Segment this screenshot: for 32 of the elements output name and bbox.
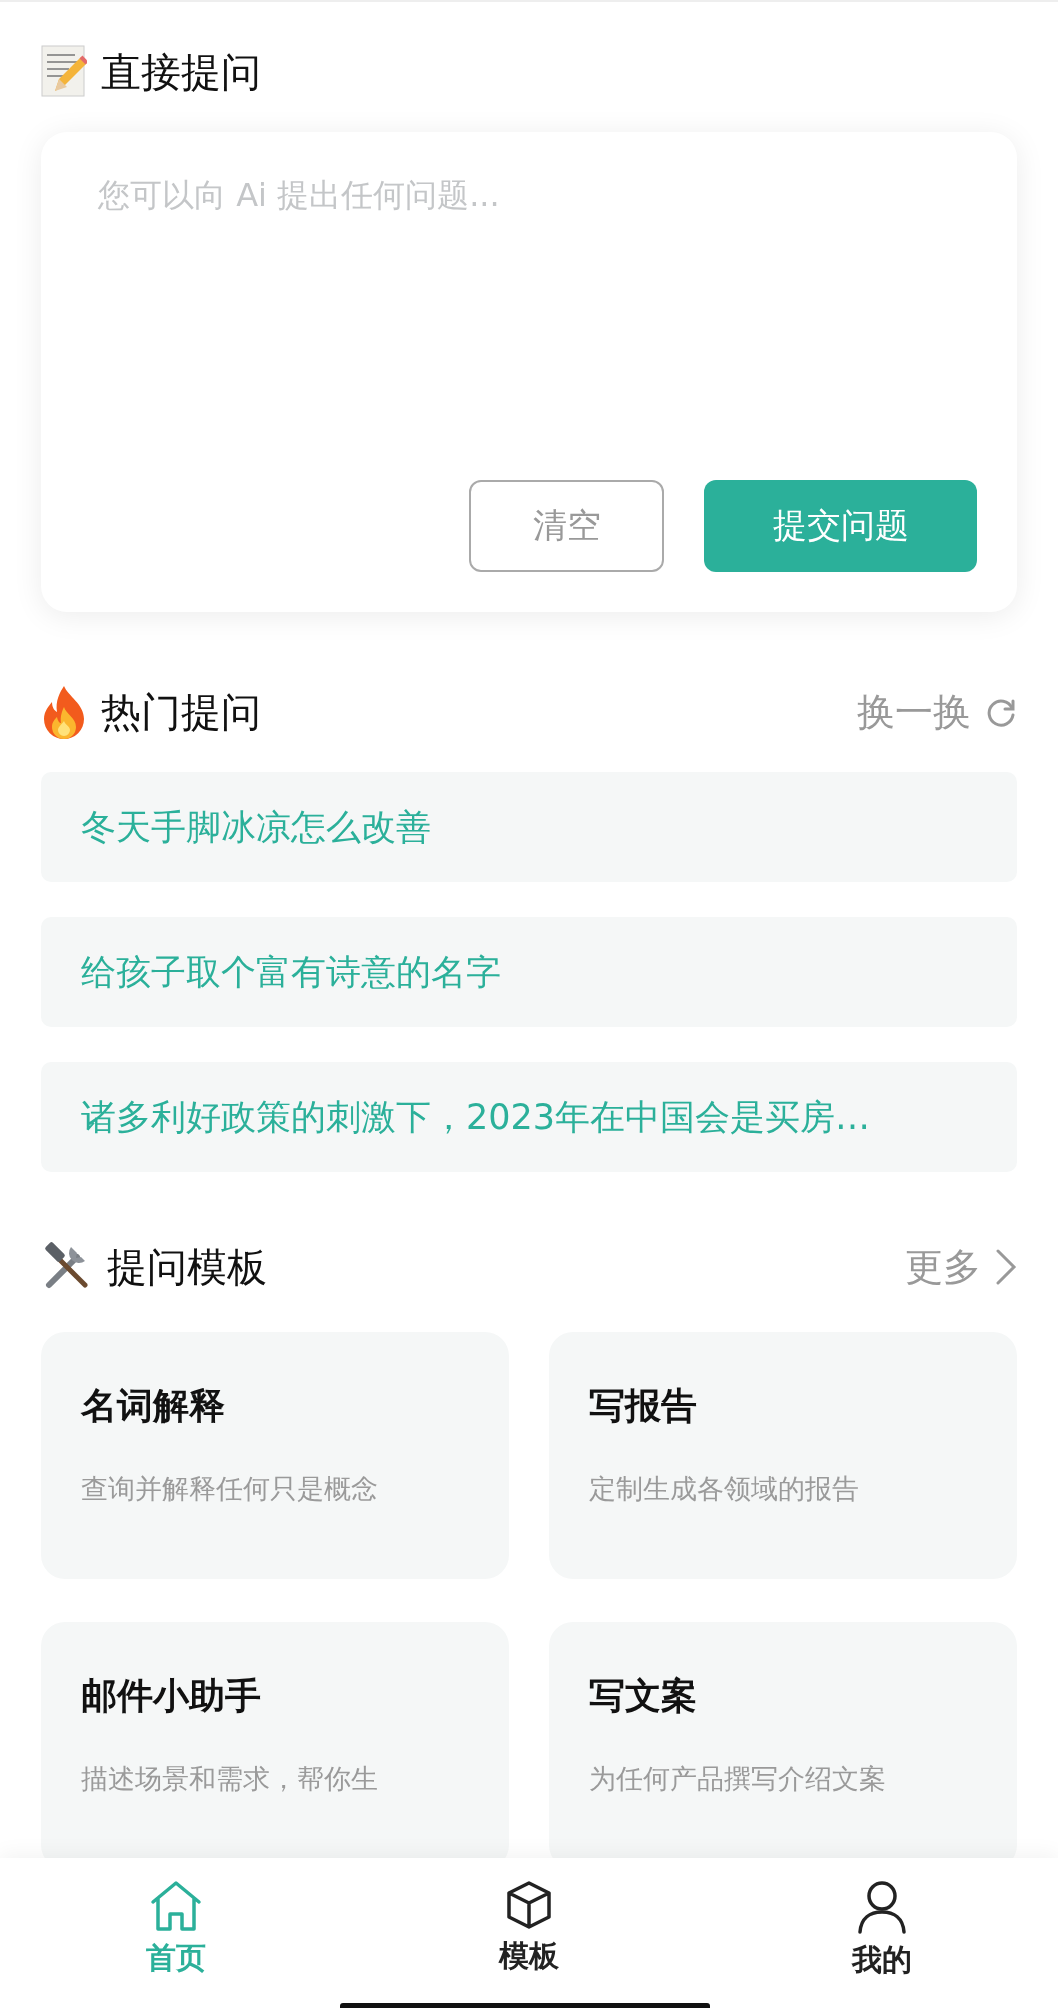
cube-icon: [505, 1880, 553, 1930]
section-title: 提问模板: [107, 1242, 267, 1292]
template-description: 为任何产品撰写介绍文案: [589, 1762, 887, 1796]
hot-question-item[interactable]: 诸多利好政策的刺激下，2023年在中国会是买房…: [41, 1062, 1017, 1172]
section-title: 热门提问: [101, 687, 261, 737]
chevron-right-icon: [995, 1248, 1017, 1286]
memo-pencil-icon: [41, 45, 87, 99]
clear-button[interactable]: 清空: [469, 480, 664, 572]
template-description: 查询并解释任何只是概念: [81, 1472, 379, 1506]
tab-bar-item[interactable]: 首页: [96, 1880, 257, 1979]
template-description: 定制生成各领域的报告: [589, 1472, 860, 1506]
template-card[interactable]: 写报告 定制生成各领域的报告: [549, 1332, 1017, 1579]
template-title: 写报告: [589, 1384, 698, 1428]
template-card[interactable]: 名词解释 查询并解释任何只是概念: [41, 1332, 509, 1579]
tab-bar-item[interactable]: 我的: [801, 1880, 962, 1981]
hot-question-item[interactable]: 冬天手脚冰凉怎么改善: [41, 772, 1017, 882]
template-card[interactable]: 邮件小助手 描述场景和需求，帮你生: [41, 1622, 509, 1858]
hot-question-item[interactable]: 给孩子取个富有诗意的名字: [41, 917, 1017, 1027]
user-icon: [856, 1880, 907, 1934]
shuffle-button[interactable]: 换一换: [857, 686, 1017, 738]
section-title: 直接提问: [101, 47, 261, 97]
more-button[interactable]: 更多: [905, 1241, 1017, 1293]
tab-bar-item[interactable]: 模板: [449, 1880, 609, 1977]
template-title: 邮件小助手: [81, 1674, 262, 1718]
template-title: 名词解释: [81, 1384, 226, 1428]
submit-button[interactable]: 提交问题: [704, 480, 977, 572]
home-icon: [149, 1880, 204, 1932]
template-card[interactable]: 写文案 为任何产品撰写介绍文案: [549, 1622, 1017, 1858]
question-input[interactable]: 您可以向 Ai 提出任何问题...: [96, 172, 977, 292]
fire-icon: [41, 685, 87, 739]
template-description: 描述场景和需求，帮你生: [81, 1762, 379, 1796]
template-title: 写文案: [589, 1674, 698, 1718]
